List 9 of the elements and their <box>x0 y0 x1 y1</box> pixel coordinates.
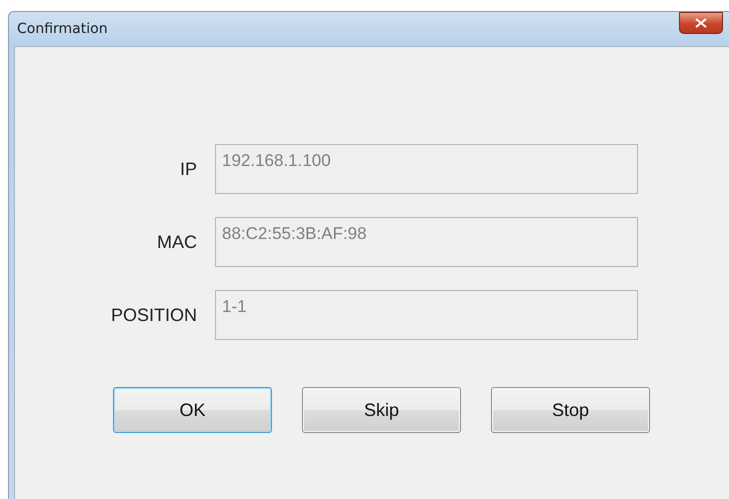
close-button[interactable] <box>679 12 723 34</box>
dialog-button[interactable]: Stop <box>491 387 650 433</box>
dialog-button[interactable]: OK <box>113 387 272 433</box>
window-title: Confirmation <box>17 21 108 37</box>
field-label: IP <box>178 158 198 180</box>
dialog-button[interactable]: Skip <box>302 387 461 433</box>
field-label: MAC <box>156 232 198 252</box>
field-label: POSITION <box>110 304 198 326</box>
close-icon <box>695 18 707 28</box>
